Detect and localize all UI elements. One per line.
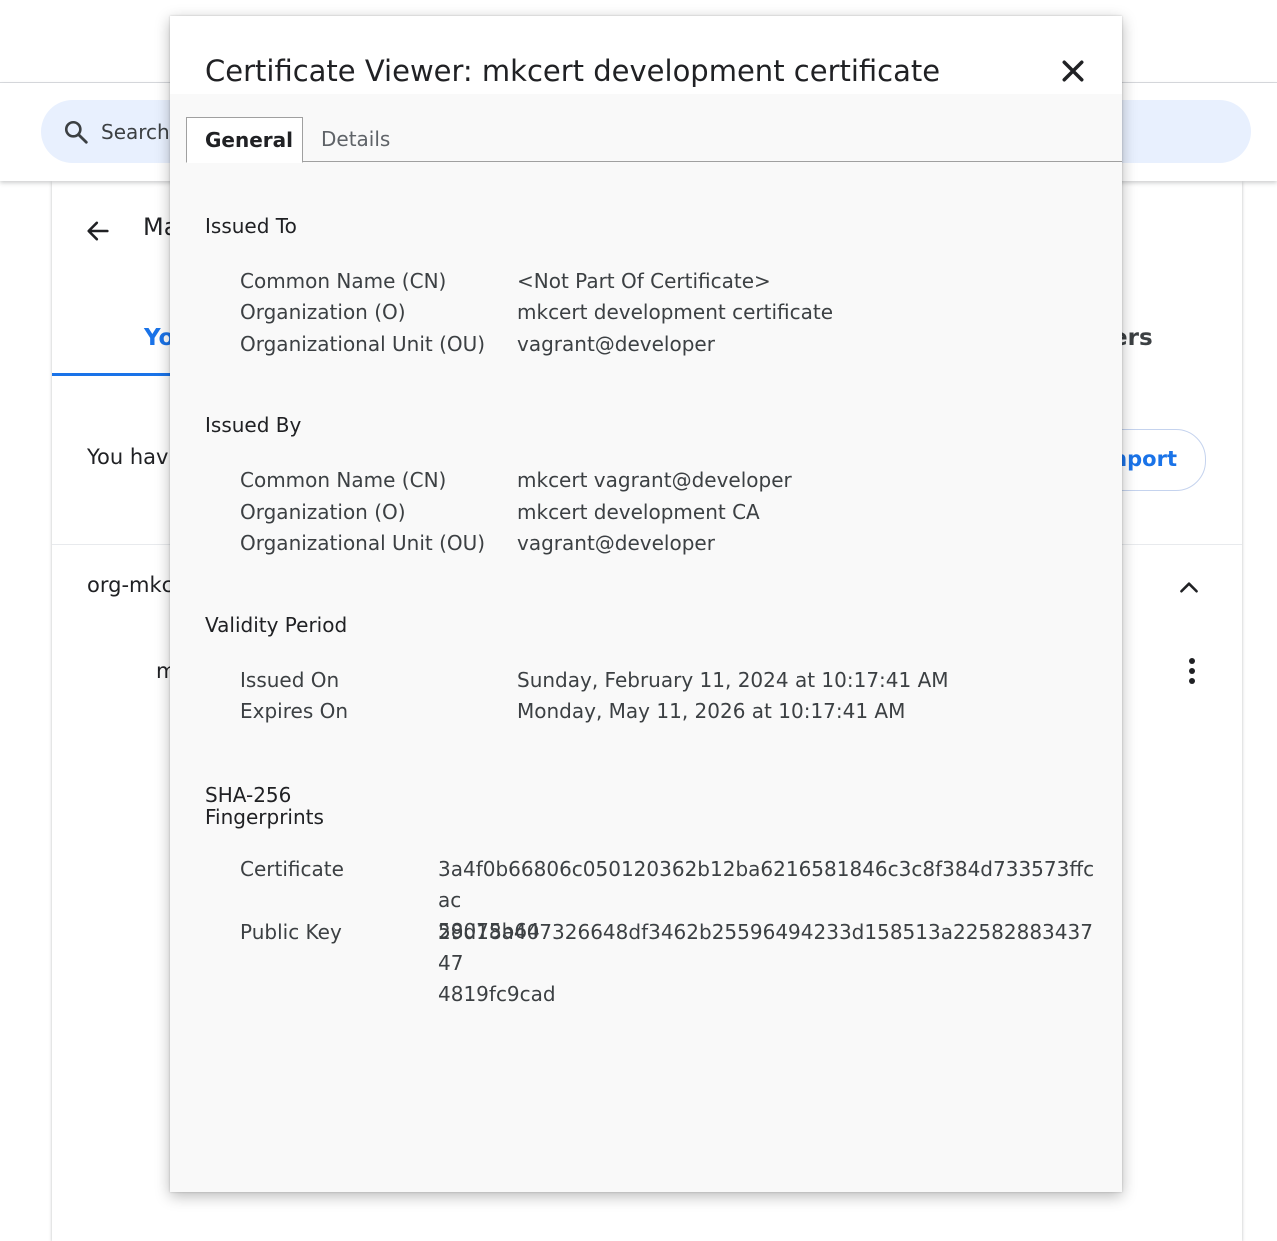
- fingerprints-heading: SHA-256 Fingerprints: [205, 784, 324, 828]
- fingerprints-heading-line2: Fingerprints: [205, 805, 324, 829]
- issued-by-cn-value: mkcert vagrant@developer: [517, 468, 792, 492]
- expires-on-label: Expires On: [240, 699, 349, 723]
- issued-by-ou-label: Organizational Unit (OU): [240, 531, 486, 555]
- validity-heading: Validity Period: [205, 613, 348, 637]
- issued-to-ou-label: Organizational Unit (OU): [240, 332, 486, 356]
- issued-by-cn-label: Common Name (CN): [240, 468, 447, 492]
- dialog-header: Certificate Viewer: mkcert development c…: [170, 16, 1122, 94]
- issued-on-label: Issued On: [240, 668, 340, 692]
- org-group-label: org-mkc: [87, 573, 174, 597]
- dialog-title: Certificate Viewer: mkcert development c…: [205, 54, 941, 88]
- tab-details[interactable]: Details: [303, 117, 408, 161]
- issued-on-value: Sunday, February 11, 2024 at 10:17:41 AM: [517, 668, 949, 692]
- issued-to-ou-value: vagrant@developer: [517, 332, 715, 356]
- issued-by-heading: Issued By: [205, 413, 302, 437]
- issued-by-ou-value: vagrant@developer: [517, 531, 715, 555]
- chevron-up-icon[interactable]: [1176, 575, 1202, 601]
- issued-by-o-value: mkcert development CA: [517, 500, 760, 524]
- search-placeholder: Search: [101, 120, 170, 144]
- arrow-back-icon[interactable]: [84, 217, 112, 245]
- pubkey-fingerprint-label: Public Key: [240, 920, 342, 944]
- close-icon[interactable]: [1058, 56, 1088, 86]
- issued-to-o-value: mkcert development certificate: [517, 300, 833, 324]
- cert-fingerprint-label: Certificate: [240, 857, 344, 881]
- issued-by-o-label: Organization (O): [240, 500, 406, 524]
- pubkey-fingerprint-line1: 29d18a407326648df3462b25596494233d158513…: [438, 920, 1093, 975]
- search-icon: [64, 120, 88, 144]
- issued-to-heading: Issued To: [205, 214, 297, 238]
- expires-on-value: Monday, May 11, 2026 at 10:17:41 AM: [517, 699, 906, 723]
- tab-general[interactable]: General: [186, 117, 303, 163]
- fingerprints-heading-line1: SHA-256: [205, 783, 292, 807]
- certificate-viewer-dialog: Certificate Viewer: mkcert development c…: [170, 16, 1122, 1192]
- issued-to-cn-value: <Not Part Of Certificate>: [517, 269, 771, 293]
- issued-to-o-label: Organization (O): [240, 300, 406, 324]
- issued-to-cn-label: Common Name (CN): [240, 269, 447, 293]
- dialog-tabs: General Details: [186, 117, 1122, 163]
- pubkey-fingerprint-line2: 4819fc9cad: [438, 982, 556, 1006]
- more-vert-icon[interactable]: [1180, 655, 1204, 687]
- pubkey-fingerprint-value: 29d18a407326648df3462b25596494233d158513…: [438, 917, 1098, 1010]
- cert-fingerprint-line1: 3a4f0b66806c050120362b12ba6216581846c3c8…: [438, 857, 1095, 912]
- info-text: You hav: [87, 445, 169, 469]
